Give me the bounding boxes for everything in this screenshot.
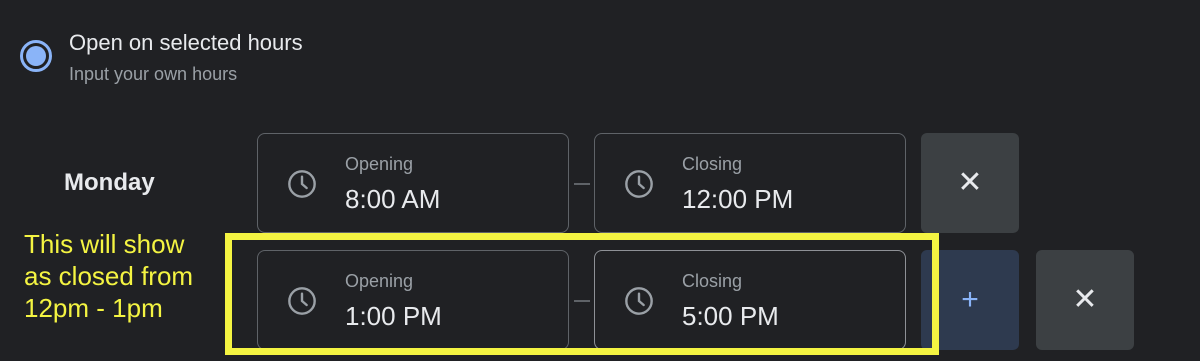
remove-hours-button[interactable]: ✕ bbox=[1036, 250, 1134, 350]
range-separator bbox=[574, 183, 590, 185]
annotation-note: This will show as closed from 12pm - 1pm bbox=[24, 228, 224, 324]
closing-time-field[interactable]: Closing 12:00 PM bbox=[594, 133, 906, 233]
range-separator bbox=[574, 300, 590, 302]
day-label: Monday bbox=[64, 169, 155, 196]
opening-value: 1:00 PM bbox=[345, 301, 442, 331]
clock-icon bbox=[288, 287, 316, 315]
opening-time-field[interactable]: Opening 8:00 AM bbox=[257, 133, 569, 233]
opening-label: Opening bbox=[345, 154, 414, 174]
closing-value: 12:00 PM bbox=[682, 184, 794, 214]
closing-label: Closing bbox=[682, 271, 743, 291]
radio-selected-icon[interactable] bbox=[20, 40, 52, 72]
option-title[interactable]: Open on selected hours bbox=[69, 30, 303, 56]
business-hours-editor: Open on selected hours Input your own ho… bbox=[0, 0, 1200, 361]
closing-value: 5:00 PM bbox=[682, 301, 779, 331]
closing-time-field[interactable]: Closing 5:00 PM bbox=[594, 250, 906, 350]
clock-icon bbox=[288, 170, 316, 198]
close-icon: ✕ bbox=[957, 166, 983, 199]
annotation-line: as closed from bbox=[24, 261, 194, 291]
clock-icon bbox=[625, 287, 653, 315]
plus-icon: + bbox=[961, 283, 979, 316]
clock-icon bbox=[625, 170, 653, 198]
add-hours-button[interactable]: + bbox=[921, 250, 1019, 350]
close-icon: ✕ bbox=[1072, 283, 1098, 316]
radio-dot bbox=[26, 46, 46, 66]
remove-hours-button[interactable]: ✕ bbox=[921, 133, 1019, 233]
closing-label: Closing bbox=[682, 154, 743, 174]
opening-label: Opening bbox=[345, 271, 414, 291]
opening-value: 8:00 AM bbox=[345, 184, 441, 214]
annotation-line: 12pm - 1pm bbox=[24, 293, 163, 323]
opening-time-field[interactable]: Opening 1:00 PM bbox=[257, 250, 569, 350]
annotation-line: This will show bbox=[24, 229, 185, 259]
option-subtitle: Input your own hours bbox=[69, 64, 238, 84]
